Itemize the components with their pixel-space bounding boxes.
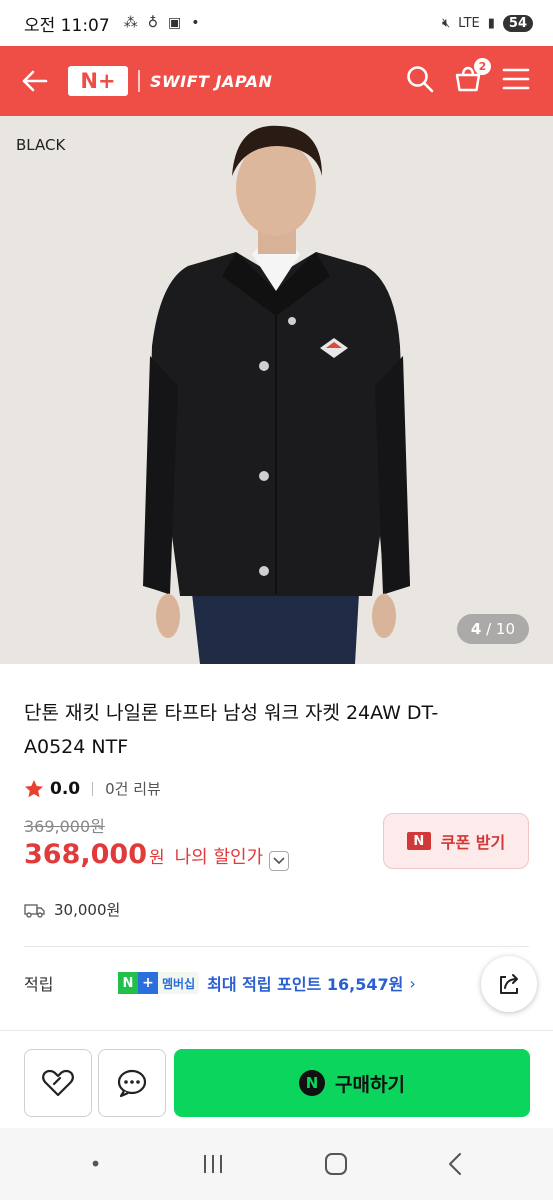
coupon-label: 쿠폰 받기 xyxy=(440,833,506,852)
battery-indicator: 54 xyxy=(502,14,533,32)
chat-button[interactable] xyxy=(98,1049,166,1117)
store-brand[interactable]: SWIFT JAPAN xyxy=(150,72,272,91)
mute-icon: 🔇︎ xyxy=(441,15,451,31)
arrow-left-icon xyxy=(22,70,48,92)
product-info: 단톤 재킷 나일론 타프타 남성 워크 자켓 24AW DT- A0524 NT… xyxy=(0,664,553,1034)
points-label: 적립 xyxy=(24,975,54,994)
wishlist-button[interactable] xyxy=(24,1049,92,1117)
menu-button[interactable] xyxy=(501,66,531,96)
search-icon xyxy=(407,66,434,93)
nplus-notification-icon: ▣ xyxy=(167,15,182,31)
notification-icons: ⁂ ♁ ▣ • xyxy=(124,15,200,31)
points-row[interactable]: 적립 N + 멤버십 최대 적립 포인트 16,547원 › xyxy=(24,971,529,995)
status-bar: 오전 11:07 ⁂ ♁ ▣ • 🔇︎ LTE ▮ 54 xyxy=(0,0,553,46)
dot-icon: • xyxy=(191,15,200,31)
chat-bubble-icon xyxy=(117,1069,147,1098)
rating-score: 0.0 xyxy=(50,778,81,799)
status-time: 오전 11:07 xyxy=(24,15,110,36)
back-nav-icon[interactable] xyxy=(447,1152,463,1176)
product-title: 단톤 재킷 나일론 타프타 남성 워크 자켓 24AW DT- A0524 NT… xyxy=(24,696,529,764)
color-label: BLACK xyxy=(16,136,66,154)
chevron-down-icon xyxy=(273,857,285,865)
bottom-action-bar: N 구매하기 xyxy=(0,1030,553,1128)
product-photo-jacket xyxy=(0,116,553,664)
shipping-row: 30,000원 xyxy=(24,899,529,920)
cart-button[interactable]: 2 xyxy=(453,58,491,98)
rating-divider xyxy=(92,781,94,796)
home-icon[interactable] xyxy=(324,1152,348,1176)
rating-row[interactable]: 0.0 0건 리뷰 xyxy=(24,778,529,799)
screen: 오전 11:07 ⁂ ♁ ▣ • 🔇︎ LTE ▮ 54 N+ SWIFT JA… xyxy=(0,0,553,1200)
price-block: 369,000원 368,000 원 나의 할인가 N 쿠폰 받기 xyxy=(24,813,529,877)
price-detail-toggle[interactable] xyxy=(269,851,290,871)
header-actions: 2 xyxy=(405,58,531,98)
star-icon xyxy=(25,779,43,797)
sale-price: 368,000 xyxy=(24,839,147,870)
membership-label: 멤버십 xyxy=(162,976,196,991)
plus-mark-icon: + xyxy=(138,972,158,994)
recent-apps-icon[interactable] xyxy=(201,1153,225,1175)
my-discount-label: 나의 할인가 xyxy=(174,847,264,868)
product-image-gallery[interactable]: BLACK 4 / 10 xyxy=(0,116,553,664)
shipping-fee: 30,000원 xyxy=(54,901,121,919)
app-header: N+ SWIFT JAPAN 2 xyxy=(0,46,553,116)
cart-count-badge: 2 xyxy=(474,58,491,75)
image-counter-total: / 10 xyxy=(486,620,515,638)
naver-pay-icon: N xyxy=(299,1070,326,1096)
system-icons: 🔇︎ LTE ▮ 54 xyxy=(441,14,533,32)
price-unit: 원 xyxy=(148,848,165,868)
heart-icon xyxy=(42,1069,74,1097)
image-counter-current: 4 xyxy=(470,620,482,638)
logo-divider xyxy=(138,70,140,92)
nplus-membership-badge: N + 멤버십 xyxy=(118,972,200,994)
nplus-logo[interactable]: N+ xyxy=(68,66,128,96)
lte-label: LTE xyxy=(458,15,480,31)
system-nav-bar: • xyxy=(0,1128,553,1200)
chevron-right-icon: › xyxy=(409,973,416,993)
truck-icon xyxy=(24,903,45,918)
review-count: 0건 리뷰 xyxy=(105,780,161,798)
hamburger-menu-icon xyxy=(502,68,530,90)
divider xyxy=(24,946,529,947)
app-notification-icon: ♁ xyxy=(147,15,158,31)
n-mark-icon: N xyxy=(118,972,138,994)
dot-icon: • xyxy=(89,1152,102,1176)
max-points-text: 최대 적립 포인트 16,547원 xyxy=(207,975,404,994)
signal-icon: ▮ xyxy=(487,15,495,31)
product-title-line: A0524 NTF xyxy=(24,736,129,758)
product-title-line: 단톤 재킷 나일론 타프타 남성 워크 자켓 24AW DT- xyxy=(24,702,439,724)
buy-label: 구매하기 xyxy=(335,1073,405,1096)
naver-n-icon: N xyxy=(406,832,431,850)
app-notification-icon: ⁂ xyxy=(123,15,138,31)
search-button[interactable] xyxy=(405,64,435,98)
back-button[interactable] xyxy=(14,61,54,101)
share-button[interactable] xyxy=(481,956,537,1012)
buy-button[interactable]: N 구매하기 xyxy=(174,1049,530,1117)
share-icon xyxy=(500,974,518,994)
image-counter: 4 / 10 xyxy=(456,614,529,644)
coupon-button[interactable]: N 쿠폰 받기 xyxy=(383,813,529,869)
